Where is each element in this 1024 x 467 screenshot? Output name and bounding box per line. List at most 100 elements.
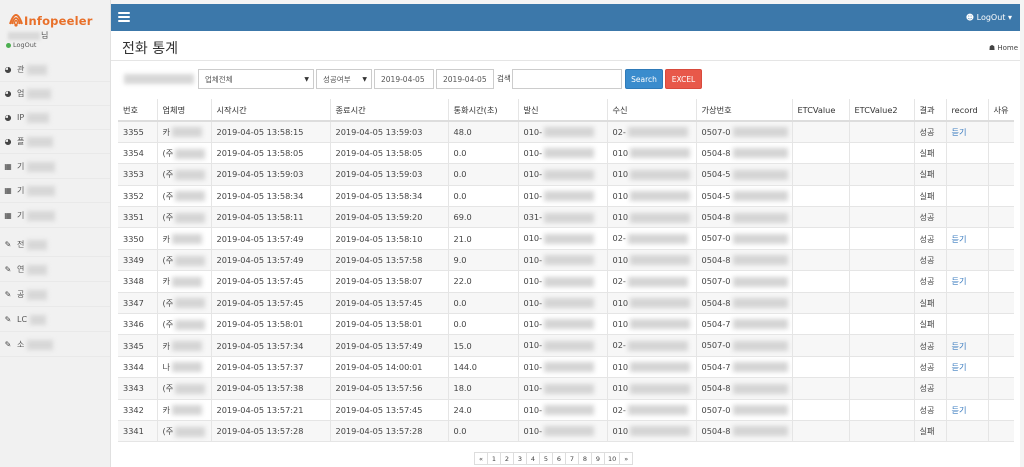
cell-record-text[interactable]: 듣기 <box>952 362 967 372</box>
sidebar-item-label: 공 <box>17 290 25 299</box>
page-button[interactable]: 2 <box>500 452 514 465</box>
redacted-text <box>544 276 595 287</box>
sidebar-item-9[interactable]: ✎ 연 <box>0 258 110 282</box>
cell-company-text: (주 <box>162 190 174 201</box>
sidebar-item-12[interactable]: ✎ 소 <box>0 333 110 357</box>
table-row[interactable]: 3342 카 2019-04-05 13:57:21 2019-04-05 13:57… <box>118 399 1014 421</box>
cell-end-time-text: 2019-04-05 13:57:56 <box>335 383 423 394</box>
table-row[interactable]: 3353 (주 2019-04-05 13:59:03 2019-04-05 13:5… <box>118 163 1014 186</box>
table-row[interactable]: 3348 카 2019-04-05 13:57:45 2019-04-05 13:58… <box>118 270 1014 293</box>
table-row[interactable]: 3345 카 2019-04-05 13:57:34 2019-04-05 13:57… <box>118 334 1014 357</box>
cell-record-text[interactable]: 듣기 <box>952 405 967 415</box>
table-row[interactable]: 3354 (주 2019-04-05 13:58:05 2019-04-05 13:5… <box>118 142 1014 165</box>
cell-record[interactable]: 듣기 <box>946 227 989 250</box>
page-next-button[interactable]: » <box>619 452 634 465</box>
sidebar-item-2[interactable]: ◕ 업 <box>0 82 110 106</box>
cell-end-time-text: 2019-04-05 13:59:03 <box>335 169 423 180</box>
cell-record-text[interactable]: 듣기 <box>952 341 967 351</box>
cell-record <box>946 185 989 208</box>
cell-record[interactable]: 듣기 <box>946 334 989 357</box>
table-row[interactable]: 3343 (주 2019-04-05 13:57:38 2019-04-05 13:5… <box>118 377 1014 400</box>
cell-no: 3355 <box>118 121 158 143</box>
page-button[interactable]: 8 <box>578 452 592 465</box>
cell-company: (주 <box>157 313 212 336</box>
redacted-text <box>627 127 688 138</box>
sidebar-item-3[interactable]: ◕ IP <box>0 106 110 130</box>
page-button[interactable]: 5 <box>539 452 553 465</box>
redacted-text <box>27 88 52 99</box>
sidebar-item-1[interactable]: ◕ 관 <box>0 58 110 82</box>
redacted-text <box>175 298 206 309</box>
sidebar: Infopeeler 님 LogOut ◕ 관 ◕ 업 ◕ IP ◕ 플 ▦ 기 ▦ 기 ▦… <box>0 0 111 467</box>
sidebar-item-10[interactable]: ✎ 공 <box>0 283 110 307</box>
cell-end-time: 2019-04-05 13:57:28 <box>330 420 449 443</box>
cell-caller-text: 010- <box>523 147 543 158</box>
cell-duration-text: 18.0 <box>453 383 472 394</box>
cell-reason <box>988 227 1014 250</box>
cell-virtual-number: 0507-0 <box>696 227 793 250</box>
cell-record[interactable]: 듣기 <box>946 121 989 143</box>
cell-record-text[interactable]: 듣기 <box>952 276 967 286</box>
cell-virtual-number-text: 0507-0 <box>701 276 731 287</box>
cell-record-text[interactable]: 듣기 <box>952 127 967 137</box>
cell-caller-text: 010- <box>523 361 543 372</box>
cell-result: 성공 <box>914 121 947 143</box>
cell-duration: 48.0 <box>448 121 519 143</box>
sidebar-logout-label: LogOut <box>13 41 37 49</box>
grid-icon: ▦ <box>4 162 12 171</box>
sidebar-item-11[interactable]: ✎ LC <box>0 308 110 332</box>
redacted-text <box>544 319 595 330</box>
cell-end-time: 2019-04-05 13:58:10 <box>330 227 449 250</box>
table-row[interactable]: 3355 카 2019-04-05 13:58:15 2019-04-05 13:59… <box>118 121 1014 143</box>
table-row[interactable]: 3347 (주 2019-04-05 13:57:45 2019-04-05 13:5… <box>118 292 1014 315</box>
sidebar-item-4[interactable]: ◕ 플 <box>0 130 110 154</box>
cell-duration-text: 9.0 <box>453 255 467 266</box>
cell-result-text: 실패 <box>919 319 935 330</box>
cell-record[interactable]: 듣기 <box>946 270 989 293</box>
table-row[interactable]: 3344 나 2019-04-05 13:57:37 2019-04-05 14:00… <box>118 356 1014 379</box>
page-button[interactable]: 7 <box>565 452 579 465</box>
cell-reason <box>988 185 1014 208</box>
page-prev-button[interactable]: « <box>474 452 488 465</box>
redacted-text <box>630 169 691 180</box>
sidebar-logout[interactable]: LogOut <box>6 41 36 49</box>
page-button[interactable]: 6 <box>552 452 566 465</box>
cell-duration-text: 0.0 <box>453 190 467 201</box>
redacted-text <box>627 233 688 244</box>
cell-record <box>946 163 989 186</box>
page-button[interactable]: 3 <box>513 452 527 465</box>
table-row[interactable]: 3352 (주 2019-04-05 13:58:34 2019-04-05 13:5… <box>118 185 1014 208</box>
sidebar-item-5[interactable]: ▦ 기 <box>0 155 110 179</box>
table-row[interactable]: 3346 (주 2019-04-05 13:58:01 2019-04-05 13:5… <box>118 313 1014 336</box>
cell-end-time-text: 2019-04-05 13:59:03 <box>335 126 423 137</box>
cell-virtual-number: 0507-0 <box>696 334 793 357</box>
cell-record[interactable]: 듣기 <box>946 356 989 379</box>
cell-no-text: 3349 <box>123 255 144 266</box>
cell-record-text[interactable]: 듣기 <box>952 234 967 244</box>
sidebar-item-6[interactable]: ▦ 기 <box>0 179 110 203</box>
table-row[interactable]: 3350 카 2019-04-05 13:57:49 2019-04-05 13:58… <box>118 227 1014 250</box>
cell-caller: 010- <box>518 270 608 293</box>
cell-virtual-number-text: 0507-0 <box>701 340 731 351</box>
sidebar-item-8[interactable]: ✎ 전 <box>0 233 110 257</box>
page-button[interactable]: 4 <box>526 452 540 465</box>
cell-duration-text: 0.0 <box>453 169 467 180</box>
cell-start-time-text: 2019-04-05 13:58:05 <box>216 148 304 159</box>
cell-result-text: 성공 <box>919 276 935 287</box>
page-button[interactable]: 1 <box>487 452 501 465</box>
page-button[interactable]: 10 <box>604 452 621 465</box>
table-row[interactable]: 3351 (주 2019-04-05 13:58:11 2019-04-05 13:5… <box>118 206 1014 229</box>
redacted-text <box>175 212 206 223</box>
redacted-text <box>175 169 206 180</box>
table-row[interactable]: 3341 (주 2019-04-05 13:57:28 2019-04-05 13:5… <box>118 420 1014 443</box>
cell-no: 3346 <box>118 313 158 336</box>
column-header: 통화시간(초) <box>448 99 519 122</box>
table-row[interactable]: 3349 (주 2019-04-05 13:57:49 2019-04-05 13:5… <box>118 249 1014 272</box>
sidebar-item-7[interactable]: ▦ 기 <box>0 204 110 228</box>
hamburger-menu-icon[interactable] <box>118 12 130 22</box>
cell-record[interactable]: 듣기 <box>946 399 989 421</box>
page-button[interactable]: 9 <box>591 452 605 465</box>
topbar-logout-menu[interactable]: ☻ LogOut ▾ <box>966 13 1012 22</box>
cell-receiver: 010 <box>607 206 697 229</box>
cell-receiver: 010 <box>607 377 697 400</box>
